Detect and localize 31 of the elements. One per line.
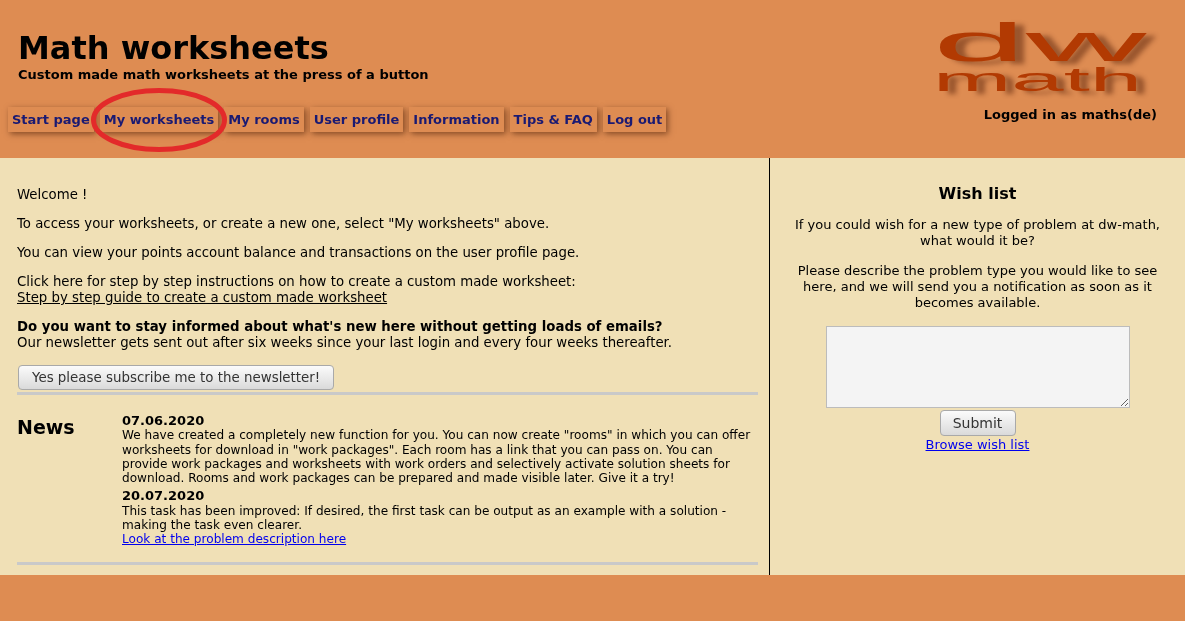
subscribe-button[interactable]: Yes please subscribe me to the newsletter! [18,365,335,390]
submit-button[interactable]: Submit [939,410,1016,436]
news-text: We have created a completely new function for you. You can now create "rooms" in which you can offer worksheets for download in "work packages". Each room has a link that you can pass on. You can provide work packages and worksheets with work orders and selectively activate solution sheets for download. Rooms and work packages can be prepared and made visible later. Give it a try! [122,428,752,486]
intro-paragraph: Welcome ! [17,187,89,203]
nav-button[interactable]: User profile [309,107,404,132]
nav-button[interactable]: My rooms [224,107,304,132]
wishlist-text: Please describe the problem type you would like to see here, and we will send you a notification as soon as it becomes available. [796,263,1159,311]
nav-button[interactable]: Information [409,107,504,132]
newsletter-text: Our newsletter gets sent out after six weeks since your last login and every four weeks thereafter. [17,335,674,351]
site-logo: dw math [933,20,1148,96]
nav-button[interactable]: My worksheets [99,107,219,132]
guide-link[interactable]: Step by step guide to create a custom made worksheet [17,290,388,305]
page-subtitle: Custom made math worksheets at the press of a button [18,67,430,83]
nav-button[interactable]: Start page [8,107,94,132]
news-heading: News [17,415,76,440]
wishlist-title: Wish list [937,184,1018,204]
wishlist-text: If you could wish for a new type of problem at dw-math, what would it be? [794,217,1161,249]
browse-wishlist-link[interactable]: Browse wish list [925,437,1030,452]
wish-input-field[interactable] [825,326,1130,408]
intro-paragraph: Click here for step by step instructions on how to create a custom made worksheet: Step by step guide to create a custom made worksheet [17,274,577,306]
page-title: Math worksheets [18,30,330,66]
intro-paragraph: To access your worksheets, or create a new one, select "My worksheets" above. [17,216,551,232]
news-text: This task has been improved: If desired, the first task can be output as an example with a solution - making the task even clearer. [122,503,728,533]
news-link[interactable]: Look at the problem description here [122,532,347,547]
news-date: 07.06.2020 [122,414,206,429]
newsletter-question: Do you want to stay informed about what's new here without getting loads of emails? [17,319,664,335]
nav-button[interactable]: Log out [602,107,667,132]
nav-button[interactable]: Tips & FAQ [509,107,597,132]
news-date: 20.07.2020 [122,489,206,504]
intro-paragraph: You can view your points account balance and transactions on the user profile page. [17,245,581,261]
login-status: Logged in as maths(de) [982,107,1157,123]
